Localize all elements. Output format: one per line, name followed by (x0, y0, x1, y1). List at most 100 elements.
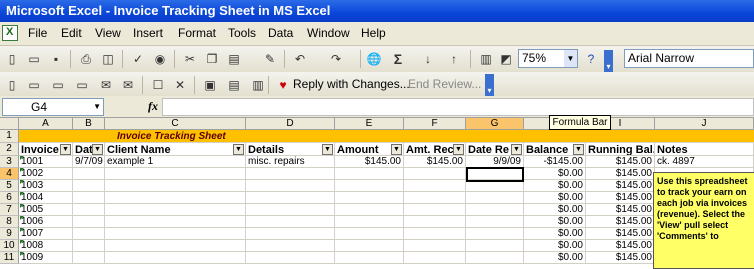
details-cell[interactable] (246, 228, 335, 240)
details-cell[interactable] (246, 180, 335, 192)
redo-icon[interactable]: ↷ (328, 51, 344, 67)
menu-file[interactable]: File (28, 26, 47, 40)
new-comment-icon[interactable]: ▥ (250, 77, 266, 93)
menu-window[interactable]: Window (307, 26, 350, 40)
header-cell-balance[interactable]: Balance ▼ (524, 143, 586, 156)
menu-help[interactable]: Help (361, 26, 386, 40)
amt-rec-cell[interactable] (404, 216, 466, 228)
header-cell-amt-rec[interactable]: Amt. Rec ▼ (404, 143, 466, 156)
running-bal-cell[interactable]: $145.00 (586, 204, 655, 216)
column-header-j[interactable]: J (655, 118, 754, 130)
row-header[interactable]: 7 (0, 204, 19, 216)
row-header[interactable]: 4 (0, 168, 19, 180)
send-icon[interactable]: ✉ (120, 77, 136, 93)
fx-icon[interactable]: fx (148, 99, 158, 114)
row-header[interactable]: 11 (0, 252, 19, 264)
running-bal-cell[interactable]: $145.00 (586, 216, 655, 228)
show-comments-icon[interactable]: ▤ (226, 77, 242, 93)
amt-rec-cell[interactable] (404, 192, 466, 204)
help-icon[interactable]: ? (583, 51, 599, 67)
amount-cell[interactable] (335, 168, 404, 180)
running-bal-cell[interactable]: $145.00 (586, 252, 655, 264)
column-header-g[interactable]: G (466, 118, 524, 130)
balance-cell[interactable]: $0.00 (524, 240, 586, 252)
column-header-f[interactable]: F (404, 118, 466, 130)
column-header-a[interactable]: A (19, 118, 73, 130)
amt-rec-cell[interactable] (404, 228, 466, 240)
cell-comment[interactable]: Use this spreadsheet to track your earn … (653, 172, 754, 269)
running-bal-cell[interactable]: $145.00 (586, 192, 655, 204)
filter-dropdown-icon[interactable]: ▼ (391, 144, 402, 155)
print-preview-icon[interactable]: ◫ (100, 51, 116, 67)
hyperlink-icon[interactable]: 🌐 (366, 51, 382, 67)
filter-dropdown-icon[interactable]: ▼ (322, 144, 333, 155)
client-name-cell[interactable] (105, 240, 246, 252)
amount-cell[interactable]: $145.00 (335, 156, 404, 168)
amt-rec-cell[interactable] (404, 168, 466, 180)
track-changes-icon[interactable]: ▣ (202, 77, 218, 93)
row-header[interactable]: 6 (0, 192, 19, 204)
autosum-icon[interactable]: Σ (390, 51, 406, 67)
column-header-e[interactable]: E (335, 118, 404, 130)
reject-change-icon[interactable]: ✕ (172, 77, 188, 93)
invoice-cell[interactable]: 1006 (19, 216, 73, 228)
client-name-cell[interactable] (105, 228, 246, 240)
client-name-cell[interactable] (105, 252, 246, 264)
invoice-cell[interactable]: 1005 (19, 204, 73, 216)
spelling-icon[interactable]: ✓ (130, 51, 146, 67)
new-icon[interactable]: ▯ (4, 51, 20, 67)
details-cell[interactable] (246, 252, 335, 264)
header-cell-details[interactable]: Details ▼ (246, 143, 335, 156)
research-icon[interactable]: ◉ (152, 51, 168, 67)
amt-rec-cell[interactable]: $145.00 (404, 156, 466, 168)
client-name-cell[interactable]: example 1 (105, 156, 246, 168)
amount-cell[interactable] (335, 204, 404, 216)
folder-icon[interactable]: ▭ (26, 77, 42, 93)
name-box[interactable]: G4 ▼ (2, 98, 104, 116)
date-cell[interactable] (73, 168, 105, 180)
date-rec-cell[interactable] (466, 192, 524, 204)
comment-icon[interactable]: ▭ (74, 77, 90, 93)
formula-input[interactable] (162, 98, 754, 116)
running-bal-cell[interactable]: $145.00 (586, 240, 655, 252)
details-cell[interactable]: misc. repairs (246, 156, 335, 168)
end-review-button[interactable]: End Review... (408, 77, 481, 91)
amount-cell[interactable] (335, 252, 404, 264)
save-icon[interactable]: ▪ (48, 51, 64, 67)
menu-view[interactable]: View (95, 26, 121, 40)
client-name-cell[interactable] (105, 180, 246, 192)
amount-cell[interactable] (335, 228, 404, 240)
details-cell[interactable] (246, 204, 335, 216)
invoice-cell[interactable]: 1002 (19, 168, 73, 180)
balance-cell[interactable]: $0.00 (524, 228, 586, 240)
date-rec-cell[interactable] (466, 252, 524, 264)
amt-rec-cell[interactable] (404, 204, 466, 216)
menu-data[interactable]: Data (268, 26, 293, 40)
row-header[interactable]: 8 (0, 216, 19, 228)
balance-cell[interactable]: $0.00 (524, 180, 586, 192)
amt-rec-cell[interactable] (404, 180, 466, 192)
header-cell-invoice[interactable]: Invoice ▼ (19, 143, 73, 156)
client-name-cell[interactable] (105, 192, 246, 204)
date-cell[interactable] (73, 252, 105, 264)
row-header[interactable]: 1 (0, 130, 19, 143)
client-name-cell[interactable] (105, 204, 246, 216)
chevron-down-icon[interactable]: ▼ (564, 50, 577, 67)
date-rec-cell[interactable] (466, 240, 524, 252)
menu-format[interactable]: Format (178, 26, 216, 40)
cut-icon[interactable]: ✂ (182, 51, 198, 67)
amount-cell[interactable] (335, 180, 404, 192)
header-cell-notes[interactable]: Notes (655, 143, 754, 156)
copy-icon[interactable]: ❐ (204, 51, 220, 67)
details-cell[interactable] (246, 192, 335, 204)
reply-with-changes-button[interactable]: Reply with Changes... (293, 77, 410, 91)
filter-dropdown-icon[interactable]: ▼ (511, 144, 522, 155)
zoom-select[interactable]: 75% ▼ (518, 49, 578, 68)
amt-rec-cell[interactable] (404, 252, 466, 264)
notes-cell[interactable]: ck. 4897 (655, 156, 754, 168)
date-cell[interactable] (73, 180, 105, 192)
header-cell-date[interactable]: Dat ▼ (73, 143, 105, 156)
row-header[interactable]: 10 (0, 240, 19, 252)
date-cell[interactable] (73, 192, 105, 204)
chart-wizard-icon[interactable]: ▥ (478, 51, 494, 67)
